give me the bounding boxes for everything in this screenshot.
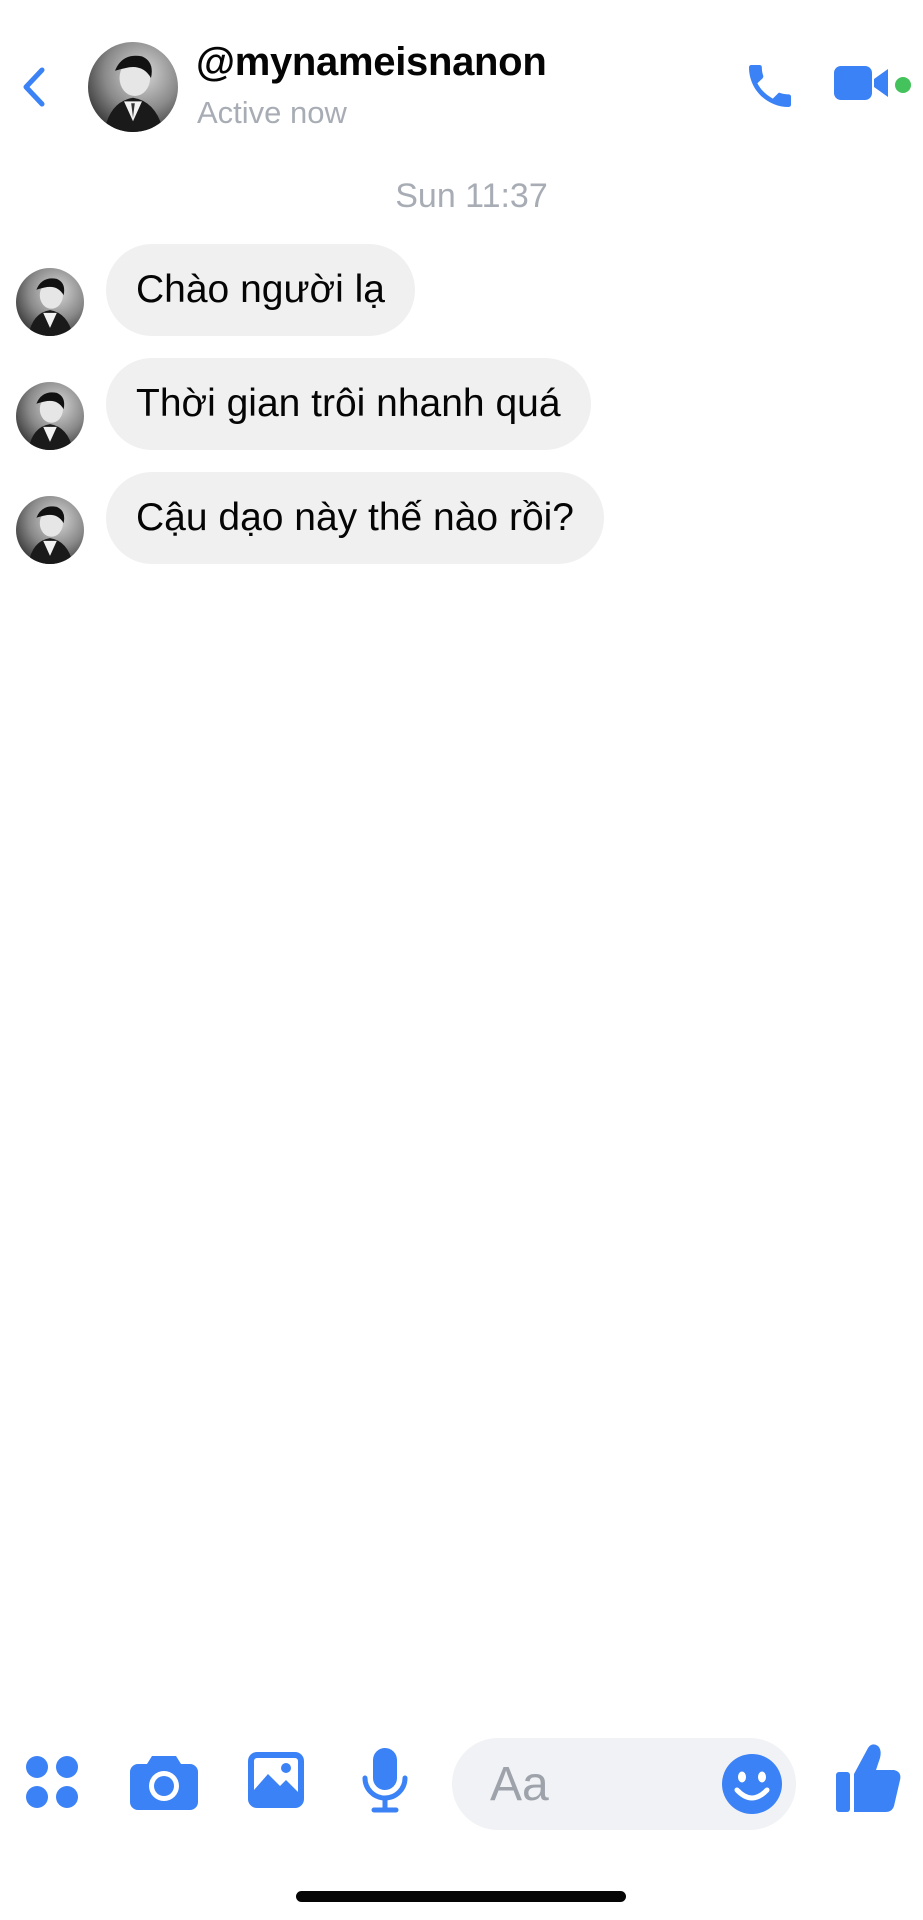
video-call-button[interactable] [834,62,892,104]
sender-avatar[interactable] [16,496,84,564]
voice-message-button[interactable] [360,1746,410,1816]
video-camera-icon [834,66,888,100]
online-indicator [895,77,911,93]
message-composer [0,1730,923,1840]
conversation-timestamp: Sun 11:37 [395,177,548,215]
active-status: Active now [197,95,347,130]
voice-call-button[interactable] [742,58,798,114]
sender-avatar[interactable] [16,268,84,336]
contact-avatar[interactable] [88,42,178,132]
like-button[interactable] [834,1742,902,1814]
message-input[interactable] [490,1738,710,1830]
message-bubble[interactable]: Cậu dạo này thế nào rồi? [106,472,604,564]
home-indicator[interactable] [296,1891,626,1902]
apps-button[interactable] [24,1754,80,1810]
message-box [452,1738,796,1830]
message-bubble[interactable]: Thời gian trôi nhanh quá [106,358,591,450]
message-bubble[interactable]: Chào người lạ [106,244,415,336]
message-row: Cậu dạo này thế nào rồi? [0,472,923,564]
sender-avatar[interactable] [16,382,84,450]
phone-icon [749,65,791,107]
emoji-button[interactable] [720,1752,784,1816]
gallery-icon [248,1752,304,1808]
message-row: Chào người lạ [0,244,923,336]
message-row: Thời gian trôi nhanh quá [0,358,923,450]
camera-button[interactable] [130,1750,198,1812]
camera-icon [130,1756,198,1810]
apps-icon [26,1756,78,1808]
gallery-button[interactable] [246,1750,306,1810]
microphone-icon [362,1748,408,1813]
chat-header: @mynameisnanon Active now [0,0,923,170]
back-button[interactable] [14,60,54,114]
chevron-left-icon [23,67,45,107]
emoji-icon [722,1754,782,1814]
contact-name[interactable]: @mynameisnanon [196,40,547,85]
thumbs-up-icon [836,1744,901,1812]
